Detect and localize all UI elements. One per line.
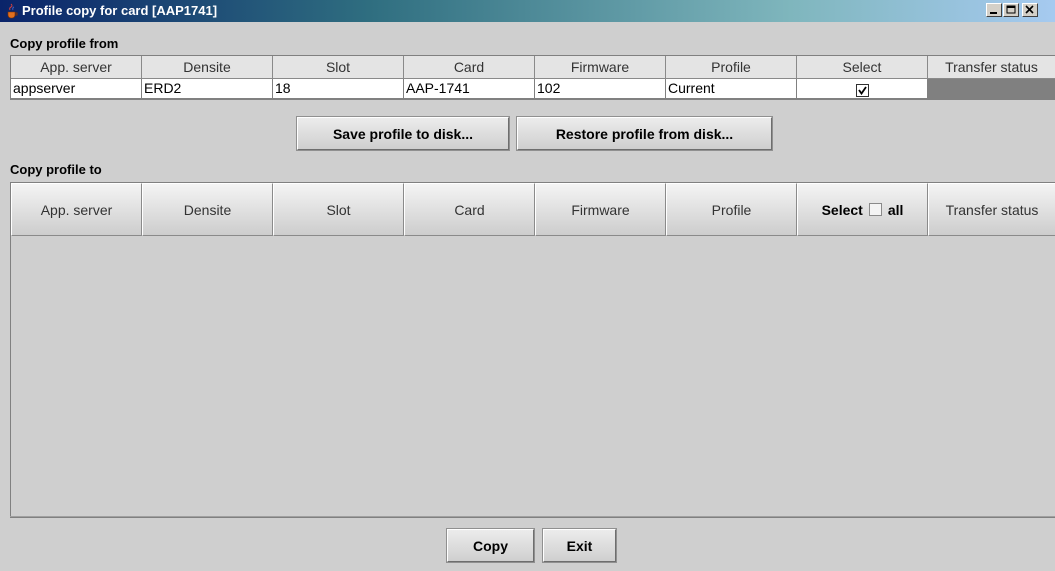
cell-densite[interactable]: ERD2 [142,79,273,99]
cell-slot[interactable]: 18 [273,79,404,99]
from-table: App. server Densite Slot Card Firmware P… [10,55,1055,100]
cell-app-server[interactable]: appserver [11,79,142,99]
col-header-densite[interactable]: Densite [142,56,273,79]
checkmark-icon [857,86,867,96]
select-checkbox[interactable] [855,84,869,98]
window-title: Profile copy for card [AAP1741] [22,3,218,18]
profile-copy-window: Profile copy for card [AAP1741] Copy pro… [0,0,1055,571]
restore-profile-button[interactable]: Restore profile from disk... [516,116,773,151]
java-cup-icon [7,3,18,19]
to-table-body[interactable] [11,236,1055,517]
col-header-select[interactable]: Select [797,56,928,79]
cell-select[interactable] [797,79,928,99]
to-col-header-densite[interactable]: Densite [142,183,273,236]
minimize-button[interactable] [986,3,1002,17]
minimize-icon [990,12,997,14]
to-col-header-firmware[interactable]: Firmware [535,183,666,236]
col-header-profile[interactable]: Profile [666,56,797,79]
select-header-label: Select [821,201,863,218]
title-bar[interactable]: Profile copy for card [AAP1741] [0,0,1055,22]
select-all-checkbox[interactable] [868,203,882,216]
close-icon [1025,5,1034,14]
maximize-icon [1006,5,1016,14]
col-header-slot[interactable]: Slot [273,56,404,79]
save-profile-button[interactable]: Save profile to disk... [296,116,510,151]
to-col-header-slot[interactable]: Slot [273,183,404,236]
col-header-firmware[interactable]: Firmware [535,56,666,79]
copy-button[interactable]: Copy [446,528,535,563]
copy-from-label: Copy profile from [10,36,119,51]
to-table: App. server Densite Slot Card Firmware P… [10,182,1055,518]
col-header-transfer-status[interactable]: Transfer status [928,56,1055,79]
copy-to-label: Copy profile to [10,162,102,177]
to-col-header-card[interactable]: Card [404,183,535,236]
close-button[interactable] [1022,3,1038,17]
col-header-card[interactable]: Card [404,56,535,79]
to-col-header-profile[interactable]: Profile [666,183,797,236]
select-all-label: all [887,201,904,218]
cell-transfer-status [928,79,1055,99]
cell-card[interactable]: AAP-1741 [404,79,535,99]
exit-button[interactable]: Exit [542,528,617,563]
col-header-app-server[interactable]: App. server [11,56,142,79]
maximize-button[interactable] [1003,3,1019,17]
to-col-header-transfer-status[interactable]: Transfer status [928,183,1055,236]
to-col-header-app-server[interactable]: App. server [11,183,142,236]
cell-firmware[interactable]: 102 [535,79,666,99]
cell-profile[interactable]: Current [666,79,797,99]
to-col-header-select[interactable]: Select all [797,183,928,236]
